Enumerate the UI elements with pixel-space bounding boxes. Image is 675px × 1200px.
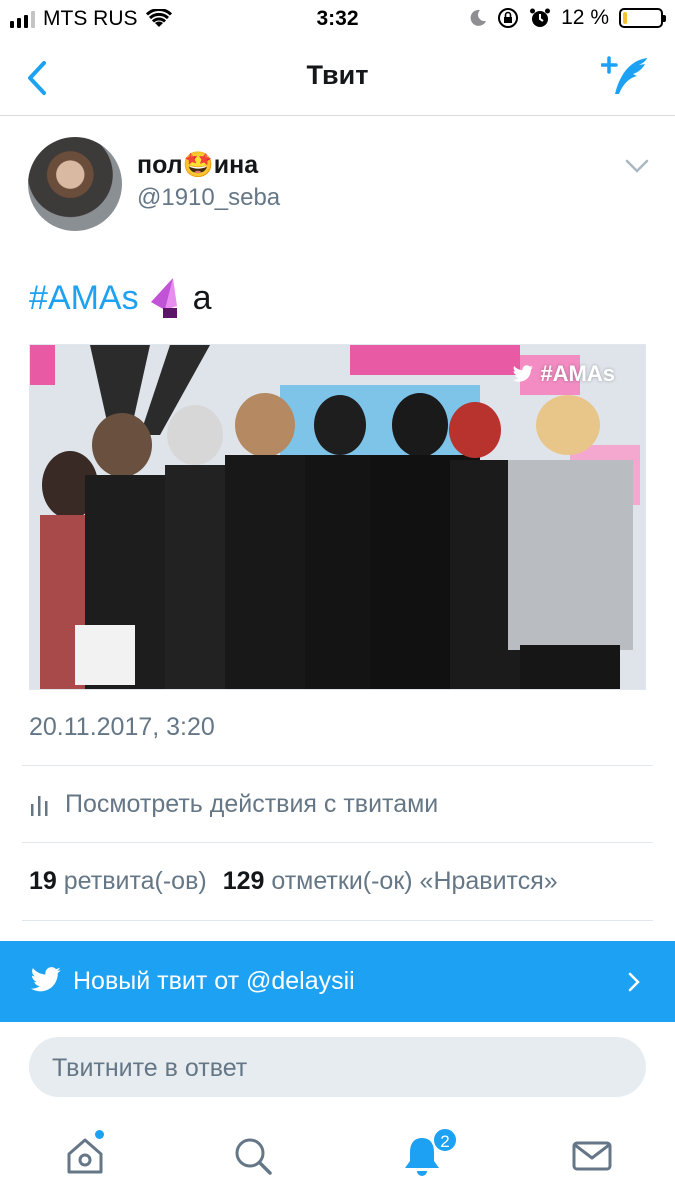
activity-label: Посмотреть действия с твитами <box>65 790 439 818</box>
reply-input[interactable]: Твитните в ответ <box>29 1037 646 1097</box>
chevron-down-icon[interactable] <box>625 158 649 174</box>
author-handle[interactable]: @1910_seba <box>137 184 280 212</box>
media-illustration <box>30 345 645 689</box>
tweet-media-image[interactable]: #AMAs <box>29 344 646 690</box>
likes-stat[interactable]: 129 отметки(-ок) «Нравится» <box>223 867 558 896</box>
tweet-stats: 19 ретвита(-ов) 129 отметки(-ок) «Нравит… <box>29 867 558 896</box>
home-icon[interactable] <box>63 1134 107 1178</box>
author-name[interactable]: пол🤩ина <box>137 151 258 180</box>
divider <box>22 842 653 843</box>
retweets-label: ретвита(-ов) <box>63 867 207 895</box>
likes-count: 129 <box>222 867 265 895</box>
likes-label: отметки(-ок) «Нравится» <box>271 867 558 895</box>
avatar[interactable] <box>28 137 122 231</box>
rotation-lock-icon <box>498 8 519 28</box>
page-title: Твит <box>306 60 369 90</box>
hashtag-link[interactable]: #AMAs <box>29 279 139 318</box>
status-right: 12 % <box>469 6 666 30</box>
messages-icon[interactable] <box>570 1134 614 1178</box>
home-new-indicator <box>95 1130 104 1139</box>
divider <box>22 765 653 766</box>
search-icon[interactable] <box>231 1134 275 1178</box>
analytics-icon <box>31 795 48 816</box>
new-tweet-banner[interactable]: Новый твит от @delaysii <box>0 941 675 1022</box>
twitter-bird-icon <box>30 967 61 992</box>
divider <box>22 920 653 921</box>
nav-bar: Твит <box>0 40 675 116</box>
reply-placeholder: Твитните в ответ <box>52 1054 248 1082</box>
twitter-bird-icon <box>513 365 534 382</box>
tweet-text-suffix: a <box>192 278 212 317</box>
moon-icon <box>470 9 487 26</box>
retweets-stat[interactable]: 19 ретвита(-ов) <box>29 867 207 896</box>
battery-percent: 12 % <box>561 6 609 29</box>
ama-trophy-icon <box>150 278 177 318</box>
media-watermark: #AMAs <box>512 361 615 387</box>
chevron-right-icon <box>628 972 640 992</box>
tweet-text: #AMAs a <box>29 276 212 320</box>
battery-icon <box>619 8 666 28</box>
tab-bar <box>0 1112 675 1200</box>
notifications-badge: 2 <box>432 1127 458 1153</box>
banner-text: Новый твит от @delaysii <box>73 967 355 995</box>
compose-tweet-icon[interactable] <box>601 54 651 102</box>
retweets-count: 19 <box>29 867 57 895</box>
tweet-timestamp: 20.11.2017, 3:20 <box>29 713 215 741</box>
status-bar: MTS RUS 3:32 12 % <box>0 0 675 40</box>
media-watermark-text: #AMAs <box>540 361 615 386</box>
alarm-icon <box>530 8 551 27</box>
tweet-activity-link[interactable]: Посмотреть действия с твитами <box>29 790 438 819</box>
